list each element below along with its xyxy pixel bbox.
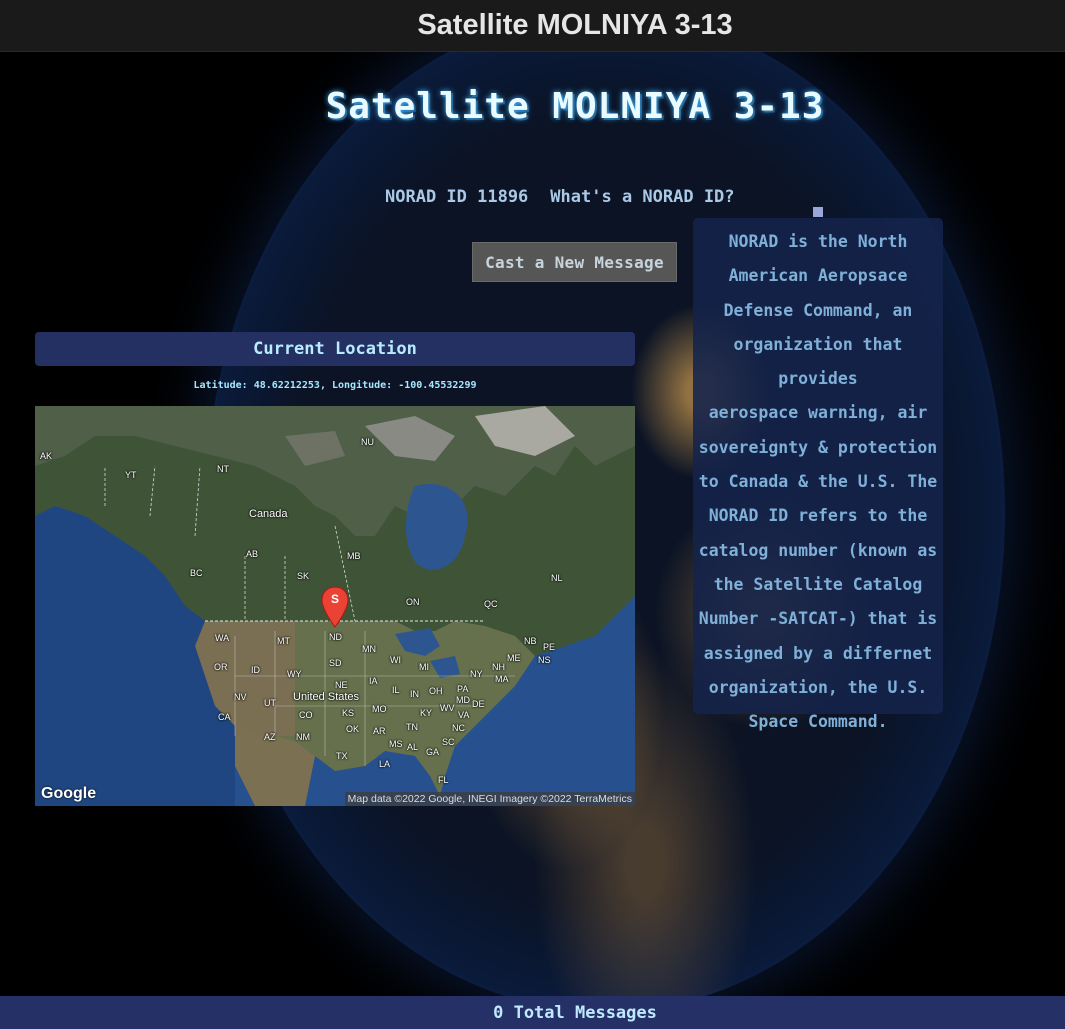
map-label: AZ bbox=[264, 732, 276, 742]
map-label: NT bbox=[217, 464, 229, 474]
map-label: MD bbox=[456, 695, 470, 705]
map-label: NH bbox=[492, 662, 505, 672]
map-label: NY bbox=[470, 669, 483, 679]
map-label: IN bbox=[410, 689, 419, 699]
map-label: ON bbox=[406, 597, 420, 607]
norad-help-link[interactable]: What's a NORAD ID? bbox=[550, 187, 734, 207]
satellite-marker[interactable]: S bbox=[321, 586, 349, 628]
map-label: ID bbox=[251, 665, 260, 675]
map-label: United States bbox=[293, 691, 360, 703]
info-line: Space Command. bbox=[748, 712, 888, 732]
map-label: MB bbox=[347, 551, 361, 561]
map-label: PA bbox=[457, 684, 469, 694]
map-label: ME bbox=[507, 653, 521, 663]
map-label: KY bbox=[420, 708, 433, 718]
top-bar: Satellite MOLNIYA 3-13 bbox=[0, 0, 1065, 52]
map-label: OK bbox=[346, 724, 360, 734]
info-line: organization, the U.S. bbox=[708, 677, 928, 697]
map-label: QC bbox=[484, 599, 498, 609]
google-logo: Google bbox=[41, 785, 97, 802]
map-label: WA bbox=[215, 633, 230, 643]
map-label: OR bbox=[214, 662, 228, 672]
map-label: DE bbox=[472, 699, 485, 709]
info-line: NORAD ID refers to the bbox=[708, 506, 928, 526]
map-label: NE bbox=[335, 680, 348, 690]
map-label: NC bbox=[452, 723, 465, 733]
map-label: SK bbox=[297, 571, 310, 581]
coordinates-text: Latitude: 48.62212253, Longitude: -100.4… bbox=[193, 380, 477, 391]
map-label: AR bbox=[373, 726, 386, 736]
map-label: MI bbox=[419, 662, 429, 672]
map-label: MN bbox=[362, 644, 376, 654]
norad-row: NORAD ID 11896 What's a NORAD ID? bbox=[385, 187, 735, 207]
norad-info-tooltip: NORAD is the North American Aeropsace De… bbox=[693, 218, 943, 731]
map-label: PE bbox=[543, 642, 556, 652]
map-label: OH bbox=[429, 686, 443, 696]
info-line: to Canada & the U.S. The bbox=[698, 472, 938, 492]
norad-id: NORAD ID 11896 bbox=[385, 187, 529, 207]
map-label: NB bbox=[524, 636, 537, 646]
current-location-header: Current Location bbox=[35, 332, 635, 366]
map-label: AL bbox=[407, 742, 419, 752]
window-title: Satellite MOLNIYA 3-13 bbox=[417, 9, 733, 41]
map-label: NU bbox=[361, 437, 374, 447]
total-messages: 0 Total Messages bbox=[493, 1002, 657, 1023]
map-label: IL bbox=[392, 685, 400, 695]
map-label: KS bbox=[342, 708, 355, 718]
info-line: aerospace warning, air bbox=[708, 403, 928, 423]
map-label: TN bbox=[406, 722, 418, 732]
map-label: CO bbox=[299, 710, 313, 720]
map-label: MO bbox=[372, 704, 387, 714]
map-label: SC bbox=[442, 737, 455, 747]
footer-bar: 0 Total Messages bbox=[0, 996, 1065, 1029]
info-line: Defense Command, an bbox=[723, 300, 913, 320]
info-line: Number -SATCAT-) that is bbox=[698, 609, 938, 629]
map-label: NS bbox=[538, 655, 551, 665]
map-label: WV bbox=[440, 703, 455, 713]
map-label: MS bbox=[389, 739, 403, 749]
info-line: assigned by a differnet bbox=[703, 643, 933, 663]
map-label: SD bbox=[329, 658, 342, 668]
map-label: TX bbox=[336, 751, 348, 761]
map-attribution: Map data ©2022 Google, INEGI Imagery ©20… bbox=[344, 792, 635, 806]
info-line: catalog number (known as bbox=[698, 540, 938, 560]
map-label: AB bbox=[246, 549, 259, 559]
map-label: FL bbox=[438, 775, 449, 785]
map-label: WY bbox=[287, 669, 302, 679]
map-label: BC bbox=[190, 568, 203, 578]
map-label: UT bbox=[264, 698, 276, 708]
info-line: the Satellite Catalog bbox=[713, 574, 923, 594]
map-label: NL bbox=[551, 573, 563, 583]
info-line: organization that provides bbox=[733, 334, 903, 389]
map-label: NV bbox=[234, 692, 247, 702]
cast-message-button[interactable]: Cast a New Message bbox=[472, 242, 677, 282]
map-label: Canada bbox=[249, 508, 288, 520]
map-label: GA bbox=[426, 747, 440, 757]
info-line: sovereignty & protection bbox=[698, 437, 938, 457]
location-map[interactable]: AK YT NT NU Canada BC AB SK MB ON QC NL … bbox=[35, 406, 635, 806]
map-label: VA bbox=[458, 710, 470, 720]
map-label: ND bbox=[329, 632, 342, 642]
tooltip-arrow bbox=[813, 207, 823, 217]
page-title: Satellite MOLNIYA 3-13 bbox=[325, 86, 825, 127]
map-label: CA bbox=[218, 712, 231, 722]
map-label: MA bbox=[495, 674, 509, 684]
map-label: WI bbox=[390, 655, 401, 665]
marker-label: S bbox=[330, 592, 339, 606]
map-label: YT bbox=[125, 470, 137, 480]
info-line: NORAD is the North bbox=[728, 232, 908, 251]
info-line: American Aeropsace bbox=[728, 266, 908, 286]
map-label: NM bbox=[296, 732, 310, 742]
map-label: LA bbox=[379, 759, 391, 769]
map-label: IA bbox=[369, 676, 378, 686]
map-label: AK bbox=[40, 451, 53, 461]
map-label: MT bbox=[277, 636, 290, 646]
